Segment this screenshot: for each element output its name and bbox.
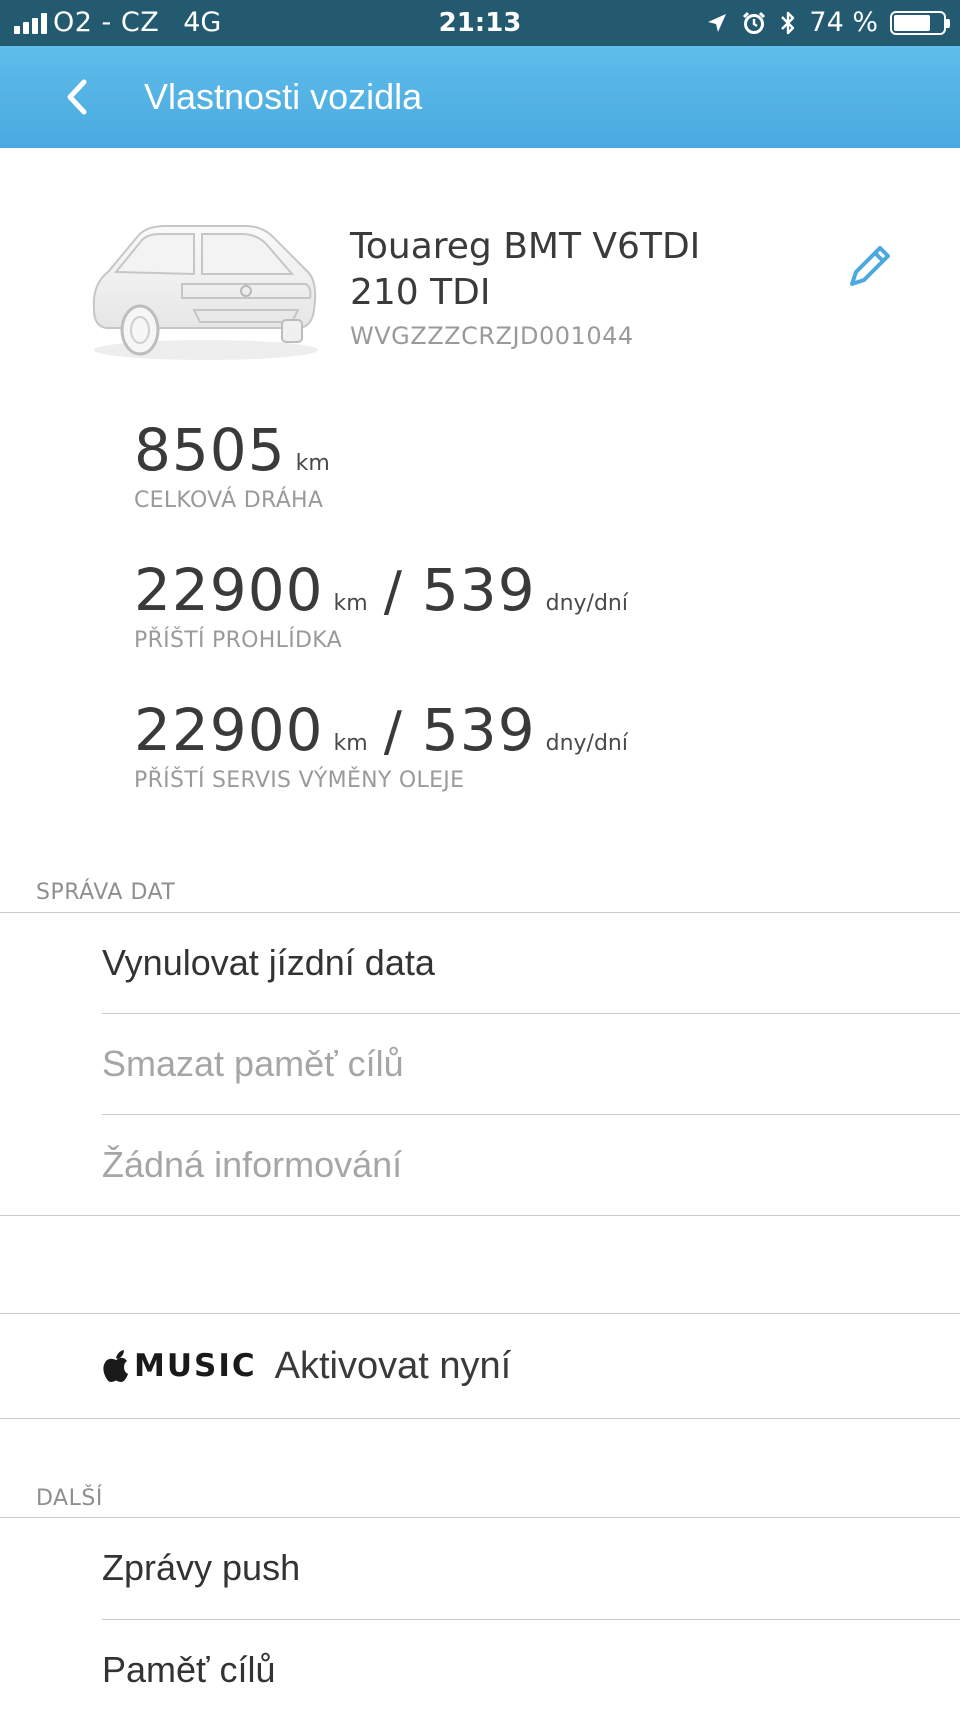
page-title: Vlastnosti vozidla (144, 76, 423, 117)
stat-next-inspection: 22900 km / 539 dny/dní PŘÍŠTÍ PROHLÍDKA (134, 556, 634, 653)
location-arrow-icon (708, 14, 727, 32)
next-oil-service-km-unit: km (333, 731, 368, 756)
vehicle-image (86, 214, 326, 364)
divider (0, 1215, 960, 1216)
divider (0, 1418, 960, 1419)
battery-percent: 74 % (809, 7, 878, 38)
next-oil-service-separator: / (383, 700, 402, 763)
stat-next-oil-service: 22900 km / 539 dny/dní PŘÍŠTÍ SERVIS VÝMĚNY … (134, 696, 634, 793)
next-oil-service-days: 539 (421, 696, 536, 764)
pencil-icon (850, 246, 890, 286)
section-heading-data-management: SPRÁVA DAT (36, 880, 176, 905)
next-oil-service-caption: PŘÍŠTÍ SERVIS VÝMĚNY OLEJE (134, 768, 465, 793)
apple-music-wordmark: MUSIC (134, 1348, 257, 1384)
section-heading-more: DALŠÍ (36, 1486, 103, 1511)
apple-logo-icon (103, 1350, 128, 1382)
total-distance-value: 8505 (134, 416, 286, 484)
next-inspection-separator: / (383, 560, 402, 623)
app-header: Vlastnosti vozidla (0, 46, 960, 148)
next-inspection-days-unit: dny/dní (545, 591, 628, 616)
clear-destination-memory-item[interactable]: Smazat paměť cílů (102, 1014, 960, 1114)
no-notifications-item[interactable]: Žádná informování (102, 1115, 960, 1215)
push-notifications-item[interactable]: Zprávy push (102, 1518, 960, 1618)
edit-vehicle-button[interactable] (842, 238, 898, 294)
next-oil-service-km: 22900 (134, 696, 324, 764)
vehicle-name-line1: Touareg BMT V6TDI (350, 226, 701, 267)
bluetooth-icon (781, 11, 795, 35)
next-inspection-caption: PŘÍŠTÍ PROHLÍDKA (134, 628, 342, 653)
chevron-left-icon (67, 79, 87, 115)
vehicle-name-line2: 210 TDI (350, 272, 491, 313)
apple-music-row[interactable]: MUSIC Aktivovat nyní (0, 1314, 960, 1418)
vehicle-vin: WVGZZZCRZJD001044 (350, 322, 634, 350)
next-inspection-days: 539 (421, 556, 536, 624)
vehicle-name: Touareg BMT V6TDI 210 TDI (350, 224, 790, 316)
next-oil-service-days-unit: dny/dní (545, 731, 628, 756)
back-button[interactable] (52, 70, 106, 124)
reset-trip-data-item[interactable]: Vynulovat jízdní data (102, 913, 960, 1013)
next-inspection-km-unit: km (333, 591, 368, 616)
destination-memory-item[interactable]: Paměť cílů (102, 1620, 960, 1707)
next-inspection-km: 22900 (134, 556, 324, 624)
alarm-icon (743, 11, 766, 34)
status-right: 74 % (705, 0, 950, 46)
status-bar: O2 - CZ 4G 21:13 74 % (0, 0, 960, 46)
stat-total-distance: 8505 km CELKOVÁ DRÁHA (134, 416, 336, 513)
total-distance-caption: CELKOVÁ DRÁHA (134, 488, 324, 513)
apple-music-logo: MUSIC (102, 1346, 257, 1386)
activate-now-link[interactable]: Aktivovat nyní (275, 1345, 512, 1388)
total-distance-unit: km (295, 451, 330, 476)
battery-icon (890, 11, 950, 35)
